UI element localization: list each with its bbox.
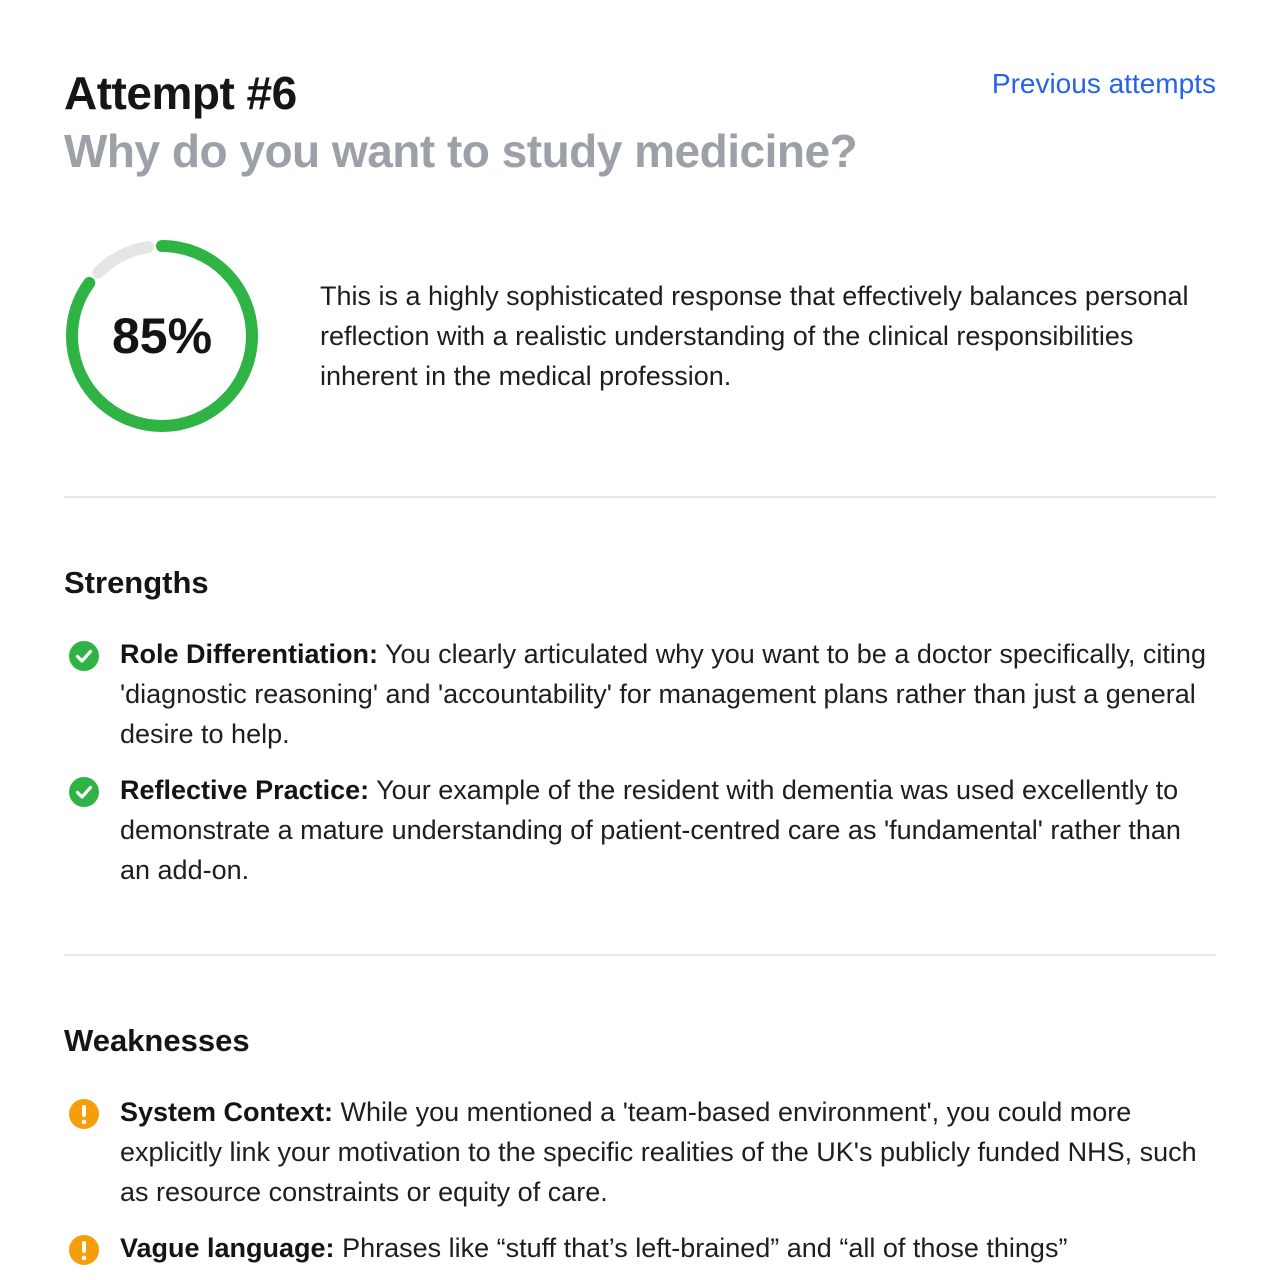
exclamation-circle-icon [69, 1235, 99, 1265]
score-value: 85% [111, 308, 213, 364]
weakness-title: System Context: [120, 1097, 334, 1127]
divider [64, 954, 1216, 956]
strength-text: Role Differentiation: You clearly articu… [120, 634, 1210, 754]
divider [64, 496, 1216, 498]
score-section: 85% This is a highly sophisticated respo… [64, 238, 1216, 434]
weakness-title: Vague language: [120, 1233, 335, 1263]
strength-text: Reflective Practice: Your example of the… [120, 770, 1210, 890]
summary-text: This is a highly sophisticated response … [320, 281, 1189, 391]
check-circle-icon [69, 777, 99, 807]
feedback-page: Attempt #6 Why do you want to study medi… [64, 0, 1216, 1265]
check-circle-icon [69, 641, 99, 671]
weakness-body: Phrases like “stuff that’s left-brained”… [334, 1233, 1068, 1263]
weakness-text: Vague language: Phrases like “stuff that… [120, 1228, 1210, 1268]
weakness-text: System Context: While you mentioned a 't… [120, 1092, 1210, 1212]
weaknesses-heading: Weaknesses [64, 1023, 250, 1058]
attempt-title: Attempt #6 [64, 67, 297, 119]
strengths-heading: Strengths [64, 565, 209, 600]
header: Attempt #6 Why do you want to study medi… [64, 0, 1216, 200]
strength-title: Role Differentiation: [120, 639, 379, 669]
exclamation-circle-icon [69, 1099, 99, 1129]
question-title: Why do you want to study medicine? [64, 125, 858, 177]
previous-attempts-link[interactable]: Previous attempts [992, 68, 1216, 100]
strength-title: Reflective Practice: [120, 775, 370, 805]
